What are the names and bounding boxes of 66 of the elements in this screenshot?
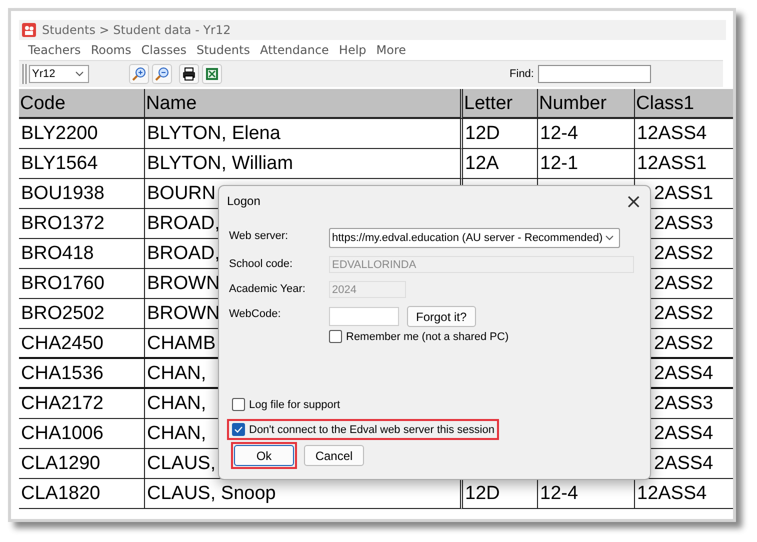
column-header[interactable]: Name [144, 89, 460, 119]
excel-button[interactable] [202, 64, 222, 84]
table-cell: 12D [460, 119, 537, 149]
zoom-in-icon [132, 67, 146, 81]
table-cell: CLA1290 [19, 449, 144, 479]
menu-item[interactable]: More [373, 43, 414, 57]
table-cell: 12ASS4 [634, 119, 733, 149]
zoom-out-icon [155, 67, 169, 81]
table-cell: BLYTON, Elena [144, 119, 460, 149]
column-header[interactable]: Code [19, 89, 144, 119]
app-icon [22, 23, 36, 37]
find-label: Find: [510, 68, 534, 80]
readonly-field: EDVALLORINDA [329, 256, 634, 273]
menu-item[interactable]: Classes [138, 43, 194, 57]
menu-item[interactable]: Teachers [25, 43, 88, 57]
table-cell: BRO418 [19, 239, 144, 269]
dialog-title: Logon [227, 194, 260, 208]
checkbox-label: Log file for support [249, 398, 340, 410]
checkbox[interactable] [329, 330, 342, 343]
readonly-field: 2024 [329, 281, 406, 298]
webcode-field[interactable] [329, 307, 399, 326]
field-label: School code: [229, 257, 294, 270]
table-cell: CHA2450 [19, 329, 144, 359]
table-cell: BLY2200 [19, 119, 144, 149]
find-field[interactable] [538, 65, 651, 83]
column-header[interactable]: Class1 [634, 89, 733, 119]
field-label: Web server: [229, 229, 290, 242]
checkmark-icon [234, 426, 243, 433]
checkbox[interactable] [232, 423, 245, 436]
table-cell: CLA1820 [19, 479, 144, 509]
grip-icon [22, 64, 28, 84]
table-cell: CHA1006 [19, 419, 144, 449]
printer-icon [182, 67, 196, 81]
ok-button[interactable]: Ok [234, 445, 294, 466]
menu-item[interactable]: Attendance [256, 43, 336, 57]
year-select[interactable]: Yr12 [29, 65, 89, 83]
zoom-in-button[interactable] [129, 64, 149, 84]
column-header[interactable]: Letter [460, 89, 537, 119]
cancel-button[interactable]: Cancel [304, 445, 364, 466]
table-cell: 12-4 [537, 119, 634, 149]
table-cell: 12-1 [537, 149, 634, 179]
table-cell: BRO1372 [19, 209, 144, 239]
table-cell: 12ASS1 [634, 149, 733, 179]
menu-item[interactable]: Rooms [88, 43, 138, 57]
server-select[interactable]: https://my.edval.education (AU server - Recommended) [329, 228, 620, 248]
table-cell: CHA1536 [19, 359, 144, 389]
table-cell: BOU1938 [19, 179, 144, 209]
column-header[interactable]: Number [537, 89, 634, 119]
menu-item[interactable]: Help [336, 43, 374, 57]
checkbox[interactable] [232, 398, 245, 411]
field-label: WebCode: [229, 307, 282, 320]
print-button[interactable] [179, 64, 199, 84]
menu-item[interactable]: Students [193, 43, 257, 57]
chevron-icon [605, 235, 614, 241]
table-cell: 12A [460, 149, 537, 179]
table-cell: BLYTON, William [144, 149, 460, 179]
window-title: Students > Student data - Yr12 [42, 23, 231, 37]
table-cell: BLY1564 [19, 149, 144, 179]
forgot-button[interactable]: Forgot it? [407, 306, 476, 327]
zoom-out-button[interactable] [152, 64, 172, 84]
table-cell: CHA2172 [19, 389, 144, 419]
table-cell: BRO2502 [19, 299, 144, 329]
chevron-icon [75, 71, 84, 77]
spreadsheet-icon [205, 67, 219, 81]
table-cell: BRO1760 [19, 269, 144, 299]
field-label: Academic Year: [229, 282, 306, 295]
